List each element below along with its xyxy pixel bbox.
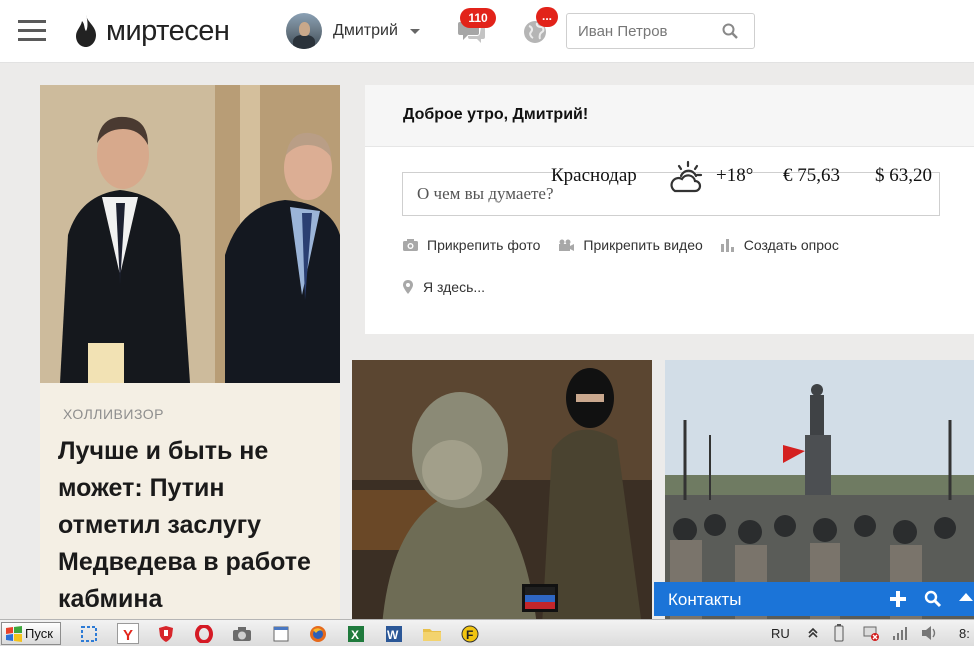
contacts-panel[interactable]: Контакты [654, 582, 974, 616]
skype-icon[interactable]: F [459, 623, 481, 644]
svg-text:W: W [387, 628, 399, 642]
create-poll-label: Создать опрос [743, 237, 839, 253]
post-actions: Прикрепить фото Прикрепить видео Создать… [403, 237, 857, 253]
video-icon [559, 239, 575, 251]
windows-taskbar: Пуск Y X W F RU 8: [0, 619, 974, 646]
excel-icon[interactable]: X [345, 623, 367, 644]
location-label: Я здесь... [423, 279, 486, 295]
network-error-icon[interactable] [862, 624, 880, 642]
opera-icon[interactable] [193, 623, 215, 644]
svg-text:Y: Y [123, 627, 133, 642]
battery-icon[interactable] [830, 624, 848, 642]
news-photo-officials[interactable] [40, 85, 340, 383]
create-poll-button[interactable]: Создать опрос [720, 237, 839, 253]
clock[interactable]: 8: [959, 626, 970, 641]
screenshot-tool-icon[interactable] [78, 623, 100, 644]
news-card-main[interactable]: ХОЛЛИВИЗОР Лучше и быть не может: Путин … [40, 85, 340, 625]
svg-text:F: F [466, 628, 473, 642]
greeting-text: Доброе утро, Дмитрий! [403, 106, 589, 123]
window-icon[interactable] [270, 623, 292, 644]
chevron-down-icon[interactable] [409, 28, 420, 34]
firefox-icon[interactable] [307, 623, 329, 644]
poll-icon [720, 238, 734, 252]
news-category-tag[interactable]: ХОЛЛИВИЗОР [63, 406, 164, 422]
add-contact-icon[interactable] [889, 590, 907, 608]
logo-text: миртесен [106, 14, 230, 47]
attach-video-label: Прикрепить видео [583, 237, 703, 253]
start-label: Пуск [25, 626, 53, 641]
user-name[interactable]: Дмитрий [333, 22, 398, 40]
messages-count-badge[interactable]: 110 [460, 8, 496, 28]
user-menu[interactable]: Дмитрий [286, 13, 420, 49]
photo-illustration [352, 360, 652, 626]
avatar[interactable] [286, 13, 322, 49]
camera-app-icon[interactable] [231, 623, 253, 644]
folder-icon[interactable] [421, 623, 443, 644]
yandex-browser-icon[interactable]: Y [117, 623, 139, 644]
windows-logo-icon [6, 625, 22, 642]
attach-photo-label: Прикрепить фото [427, 237, 541, 253]
camera-icon [403, 239, 418, 251]
start-button[interactable]: Пуск [1, 622, 61, 645]
location-button[interactable]: Я здесь... [403, 279, 485, 295]
attach-video-button[interactable]: Прикрепить видео [558, 237, 703, 253]
post-header: Доброе утро, Дмитрий! [365, 85, 974, 147]
news-headline[interactable]: Лучше и быть не может: Путин отметил зас… [58, 433, 328, 618]
signal-strength-icon[interactable] [891, 624, 909, 642]
language-indicator[interactable]: RU [771, 626, 790, 641]
flame-logo-icon [76, 15, 96, 47]
location-pin-icon [403, 280, 413, 294]
search-box [566, 13, 755, 49]
attach-photo-button[interactable]: Прикрепить фото [403, 237, 540, 253]
menu-burger-icon[interactable] [18, 20, 46, 42]
chevron-up-icon[interactable] [804, 624, 822, 642]
top-header: миртесен Дмитрий 110 ... [0, 0, 974, 63]
post-text-input[interactable]: О чем вы думаете? [402, 172, 940, 216]
volume-icon[interactable] [920, 624, 938, 642]
contacts-label[interactable]: Контакты [668, 590, 741, 610]
search-icon[interactable] [924, 590, 942, 608]
antivirus-shield-icon[interactable] [155, 623, 177, 644]
search-icon[interactable] [722, 23, 738, 39]
notifications-badge[interactable]: ... [536, 7, 558, 27]
site-logo[interactable]: миртесен [74, 14, 230, 48]
svg-text:X: X [351, 628, 359, 642]
post-composer: Доброе утро, Дмитрий! О чем вы думаете? … [365, 85, 974, 334]
photo-illustration [40, 85, 340, 383]
news-photo-soldiers[interactable] [352, 360, 652, 626]
chevron-up-icon[interactable] [959, 593, 973, 601]
search-input[interactable] [567, 14, 717, 48]
word-icon[interactable]: W [383, 623, 405, 644]
